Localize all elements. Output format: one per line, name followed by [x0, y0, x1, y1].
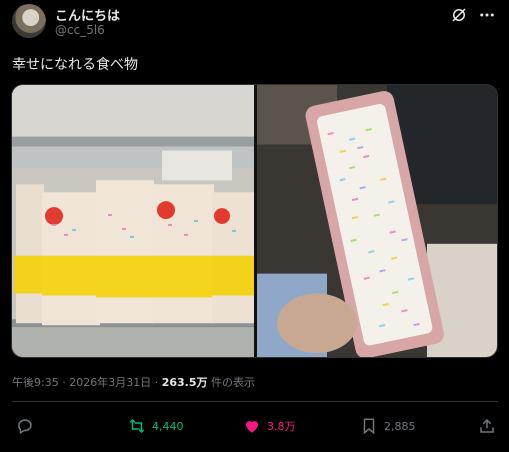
avatar[interactable] — [12, 4, 46, 38]
grok-icon[interactable] — [450, 6, 468, 24]
post-text: 幸せになれる食べ物 — [12, 57, 138, 73]
divider — [12, 401, 498, 402]
sprinkle-sandwich-photo[interactable] — [257, 85, 498, 357]
retweet-button[interactable]: 4,440 — [128, 412, 184, 440]
more-options-icon[interactable] — [478, 6, 496, 24]
meta-separator: · — [58, 376, 70, 389]
share-icon — [480, 418, 494, 433]
action-bar: 4,440 3.8万 2,885 — [12, 412, 498, 442]
retweet-count: 4,440 — [152, 419, 184, 433]
reply-button[interactable] — [16, 412, 40, 440]
bookmark-count: 2,885 — [384, 419, 416, 433]
post-meta: 午後9:35 · 2026年3月31日 · 263.5万 件の表示 — [12, 374, 255, 390]
post-header: こんにちは @cc_5l6 — [12, 4, 500, 44]
bookmark-icon — [363, 418, 375, 435]
like-count: 3.8万 — [267, 420, 296, 433]
media-grid — [11, 84, 498, 358]
post-time[interactable]: 午後9:35 — [12, 376, 59, 389]
bookmark-button[interactable]: 2,885 — [360, 412, 416, 440]
meta-separator: · — [151, 376, 162, 389]
view-count: 263.5万 — [161, 376, 208, 389]
handle[interactable]: @cc_5l6 — [55, 23, 105, 37]
post-date[interactable]: 2026年3月31日 — [69, 376, 151, 389]
heart-icon — [246, 421, 258, 433]
like-button[interactable]: 3.8万 — [243, 412, 296, 440]
view-count-label: 件の表示 — [207, 376, 255, 389]
share-button[interactable] — [478, 412, 496, 440]
sandwich-shelf-photo[interactable] — [12, 85, 254, 357]
retweet-icon — [129, 418, 145, 434]
reply-icon — [18, 419, 32, 435]
display-name[interactable]: こんにちは — [55, 5, 120, 24]
